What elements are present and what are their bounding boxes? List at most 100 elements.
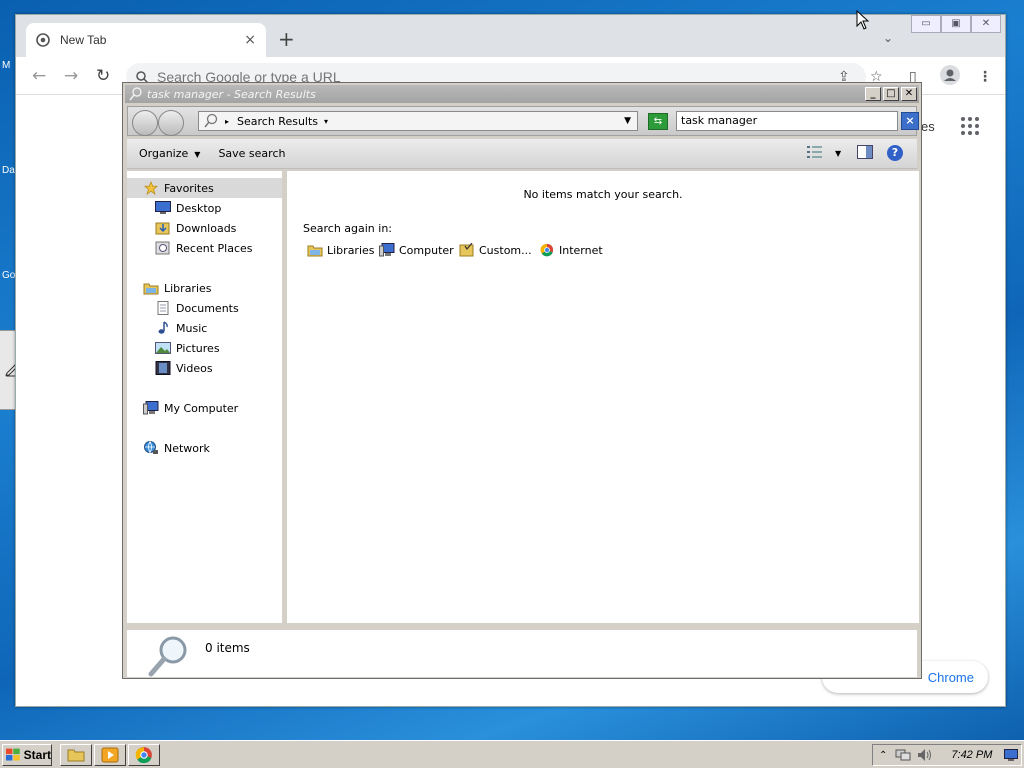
nav-label: Recent Places [176, 241, 253, 255]
minimize-button[interactable]: ▭ [911, 15, 941, 33]
computer-icon [379, 243, 395, 257]
computer-icon [143, 401, 159, 415]
item-count: 0 items [205, 641, 250, 655]
breadcrumb-chevron-icon[interactable]: ▸ [225, 117, 229, 126]
nav-item-network[interactable]: Network [143, 441, 210, 455]
results-pane: No items match your search. Search again… [287, 171, 919, 623]
chrome-window-controls: ▭ ▣ ✕ [911, 15, 1001, 33]
nav-label: Pictures [176, 341, 220, 355]
breadcrumb-dropdown-icon[interactable]: ▾ [324, 117, 328, 126]
nav-label: Network [164, 441, 210, 455]
close-tab-icon[interactable]: × [244, 32, 256, 48]
search-again-computer[interactable]: Computer [379, 243, 454, 257]
back-button[interactable] [132, 110, 158, 136]
downloads-folder-icon [155, 222, 170, 235]
search-input[interactable]: task manager [676, 111, 898, 131]
view-dropdown-icon[interactable]: ▼ [835, 149, 841, 158]
no-results-message: No items match your search. [523, 188, 683, 201]
star-icon [143, 181, 159, 195]
breadcrumb-search-results[interactable]: Search Results [237, 115, 318, 128]
reload-icon[interactable]: ↻ [96, 66, 110, 86]
music-note-icon [158, 321, 168, 334]
search-window-icon [129, 87, 142, 101]
taskbar-explorer-button[interactable] [60, 744, 92, 766]
start-button[interactable]: Start [2, 744, 52, 766]
show-hidden-icons-chevron-icon[interactable]: ⌃ [879, 750, 887, 761]
magnifier-icon [148, 636, 187, 677]
command-bar: Organize ▼ Save search ▼ ? [127, 139, 917, 169]
nav-item-my-computer[interactable]: My Computer [143, 401, 238, 415]
details-view-icon [807, 146, 822, 158]
nav-item-videos[interactable]: Videos [155, 361, 213, 375]
taskbar-media-player-button[interactable] [94, 744, 126, 766]
address-history-dropdown-icon[interactable]: ▼ [624, 116, 631, 126]
search-again-label: Search again in: [303, 222, 393, 235]
desktop-icon-label-2: Da [2, 165, 15, 176]
custom-folder-icon [459, 243, 474, 257]
profile-icon [940, 65, 960, 85]
forward-arrow-icon[interactable]: → [64, 66, 78, 86]
details-pane: 0 items [127, 627, 917, 677]
organize-label: Organize [139, 147, 189, 160]
explorer-maximize-button[interactable]: □ [883, 87, 899, 101]
nav-item-music[interactable]: Music [155, 321, 207, 335]
chrome-logo-icon [135, 747, 152, 764]
system-tray: ⌃ 7:42 PM [872, 744, 1022, 766]
windows-logo-icon [6, 748, 20, 761]
folder-icon [67, 749, 85, 762]
location-label: Libraries [327, 243, 375, 257]
show-desktop-icon[interactable] [1004, 749, 1019, 761]
media-player-icon [101, 747, 119, 763]
libraries-icon [143, 283, 159, 295]
explorer-minimize-button[interactable]: _ [865, 87, 881, 101]
nav-label: My Computer [164, 401, 239, 415]
recent-places-icon [155, 241, 170, 255]
network-status-icon[interactable] [895, 748, 911, 762]
nav-item-favorites[interactable]: Favorites [143, 181, 214, 195]
volume-icon[interactable] [917, 748, 933, 762]
new-tab-icon[interactable]: + [278, 27, 295, 51]
explorer-close-button[interactable]: ✕ [901, 87, 917, 101]
nav-item-documents[interactable]: Documents [155, 301, 239, 315]
desktop-icon-label-3: Go [2, 270, 16, 281]
documents-icon [157, 301, 169, 315]
organize-button[interactable]: Organize ▼ [139, 147, 200, 160]
refresh-button[interactable]: ⇆ [648, 113, 668, 130]
save-search-button[interactable]: Save search [218, 147, 285, 160]
explorer-window: task manager - Search Results _ □ ✕ ▸ Se… [122, 82, 922, 679]
search-again-libraries[interactable]: Libraries [307, 243, 375, 257]
maximize-button[interactable]: ▣ [941, 15, 971, 33]
clear-search-button[interactable]: × [901, 112, 919, 130]
search-again-internet[interactable]: Internet [539, 243, 603, 257]
network-globe-icon [144, 441, 158, 454]
nav-item-downloads[interactable]: Downloads [155, 221, 236, 235]
search-again-custom[interactable]: Custom... [459, 243, 532, 257]
nav-item-recent-places[interactable]: Recent Places [155, 241, 253, 255]
shortcut-label-partial: es [921, 119, 935, 134]
taskbar-chrome-button[interactable] [128, 744, 160, 766]
explorer-title-bar[interactable]: task manager - Search Results _ □ ✕ [125, 85, 919, 103]
google-apps-icon[interactable] [961, 117, 979, 135]
address-bar: ▸ Search Results ▾ ▼ ⇆ task manager × [127, 106, 919, 136]
view-options-icon[interactable] [807, 145, 823, 162]
organize-dropdown-icon: ▼ [194, 150, 201, 159]
help-button[interactable]: ? [887, 145, 903, 161]
nav-item-pictures[interactable]: Pictures [155, 341, 220, 355]
close-button[interactable]: ✕ [971, 15, 1001, 33]
location-label: Internet [559, 243, 603, 257]
profile-avatar[interactable] [940, 65, 960, 89]
nav-item-desktop[interactable]: Desktop [155, 201, 221, 215]
videos-film-icon [155, 361, 171, 375]
nav-item-libraries[interactable]: Libraries [143, 281, 212, 295]
tab-search-chevron-icon[interactable]: ⌄ [883, 31, 893, 45]
menu-kebab-icon[interactable]: ⋮ [978, 69, 992, 85]
taskbar: Start ⌃ 7:42 PM [0, 740, 1024, 768]
start-label: Start [23, 748, 51, 762]
breadcrumb-field[interactable]: ▸ Search Results ▾ ▼ [198, 111, 638, 131]
preview-pane-icon[interactable] [857, 145, 873, 162]
nav-label: Downloads [176, 221, 237, 235]
back-arrow-icon[interactable]: ← [32, 66, 46, 86]
chrome-tab-new-tab[interactable]: New Tab × [26, 23, 266, 57]
clock[interactable]: 7:42 PM [951, 749, 992, 761]
forward-button[interactable] [158, 110, 184, 136]
